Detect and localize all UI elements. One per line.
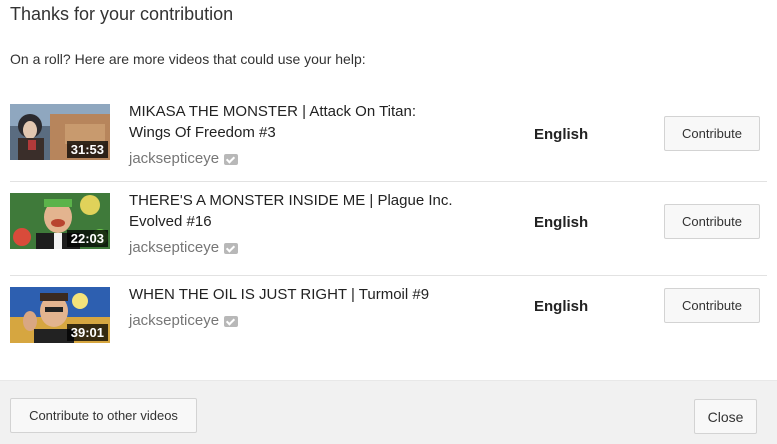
video-thumbnail[interactable]: 22:03 (10, 193, 110, 249)
close-button[interactable]: Close (694, 399, 757, 434)
channel-name-row: jacksepticeye (129, 239, 459, 257)
contribute-button[interactable]: Contribute (664, 204, 760, 239)
video-duration: 39:01 (66, 324, 108, 341)
video-row: 39:01 WHEN THE OIL IS JUST RIGHT | Turmo… (10, 276, 767, 362)
video-row: 31:53 MIKASA THE MONSTER | Attack On Tit… (10, 88, 767, 182)
video-duration: 22:03 (66, 230, 108, 247)
video-info: THERE'S A MONSTER INSIDE ME | Plague Inc… (129, 190, 459, 257)
video-row: 22:03 THERE'S A MONSTER INSIDE ME | Plag… (10, 182, 767, 276)
channel-name-row: jacksepticeye (129, 150, 459, 168)
contribution-dialog: Thanks for your contribution On a roll? … (0, 0, 777, 444)
video-language: English (534, 298, 589, 315)
video-thumbnail[interactable]: 39:01 (10, 287, 110, 343)
verified-icon (224, 153, 239, 165)
video-thumbnail[interactable]: 31:53 (10, 104, 110, 160)
channel-name[interactable]: jacksepticeye (129, 312, 219, 330)
channel-name-row: jacksepticeye (129, 312, 459, 330)
dialog-footer: Contribute to other videos Close (0, 380, 777, 444)
video-title[interactable]: MIKASA THE MONSTER | Attack On Titan: Wi… (129, 101, 459, 143)
channel-name[interactable]: jacksepticeye (129, 239, 219, 257)
video-duration: 31:53 (66, 141, 108, 158)
dialog-title: Thanks for your contribution (10, 4, 234, 24)
channel-name[interactable]: jacksepticeye (129, 150, 219, 168)
video-list: 31:53 MIKASA THE MONSTER | Attack On Tit… (10, 88, 767, 362)
contribute-button[interactable]: Contribute (664, 288, 760, 323)
video-info: MIKASA THE MONSTER | Attack On Titan: Wi… (129, 101, 459, 168)
verified-icon (224, 315, 239, 327)
video-language: English (534, 214, 589, 231)
video-title[interactable]: THERE'S A MONSTER INSIDE ME | Plague Inc… (129, 190, 459, 232)
video-info: WHEN THE OIL IS JUST RIGHT | Turmoil #9 … (129, 284, 459, 330)
verified-icon (224, 242, 239, 254)
contribute-to-other-videos-button[interactable]: Contribute to other videos (10, 398, 197, 433)
video-language: English (534, 126, 589, 143)
video-title[interactable]: WHEN THE OIL IS JUST RIGHT | Turmoil #9 (129, 284, 459, 305)
dialog-subtitle: On a roll? Here are more videos that cou… (10, 51, 366, 67)
contribute-button[interactable]: Contribute (664, 116, 760, 151)
